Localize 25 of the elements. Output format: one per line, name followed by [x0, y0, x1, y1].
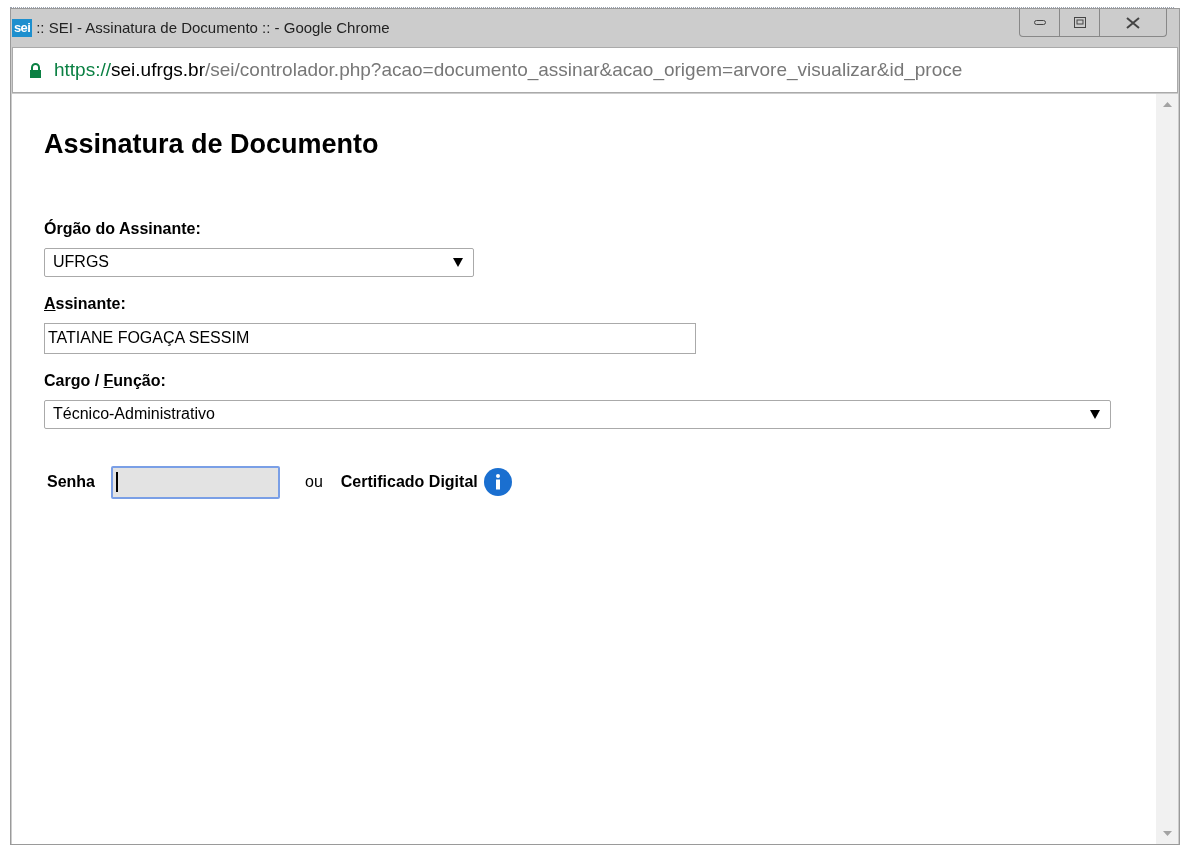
text-field[interactable]: TATIANE FOGAÇA SESSIM	[44, 322, 696, 354]
dropdown[interactable]: UFRGS	[44, 247, 474, 277]
scrollbar[interactable]	[1156, 94, 1178, 844]
window-title: :: SEI - Assinatura de Documento :: - Google Chrome	[36, 17, 390, 38]
dropdown[interactable]: Técnico-Administrativo	[44, 399, 1111, 429]
caret-icon	[453, 257, 463, 267]
address-bar[interactable]: https://sei.ufrgs.br/sei/controlador.php?acao=documento_assinar&acao_origem=arvore_visualizar&id_proce	[12, 47, 1178, 93]
caret-icon	[1090, 409, 1100, 419]
page-heading: Assinatura de Documento	[44, 128, 380, 161]
info-icon[interactable]	[482, 467, 513, 497]
app-logo: sei	[12, 19, 33, 37]
close-icon	[1126, 16, 1140, 29]
password-label: Senha	[47, 472, 95, 492]
minimize-icon	[1033, 20, 1046, 25]
maximize-icon	[1073, 17, 1086, 28]
lock-icon	[29, 62, 42, 78]
field-label: Cargo / Função:	[44, 370, 166, 391]
certificate-link[interactable]: Certificado Digital	[340, 470, 478, 494]
scroll-down-icon	[1162, 831, 1172, 836]
password-field[interactable]	[111, 465, 280, 499]
field-label: Assinante:	[44, 293, 126, 314]
url-text: https://sei.ufrgs.br/sei/controlador.php?acao=documento_assinar&acao_origem=arvore_visualizar&id_proce	[54, 57, 963, 83]
field-label: Órgão do Assinante:	[44, 218, 201, 239]
scroll-up-icon	[1162, 102, 1172, 107]
or-text: ou	[305, 472, 323, 492]
